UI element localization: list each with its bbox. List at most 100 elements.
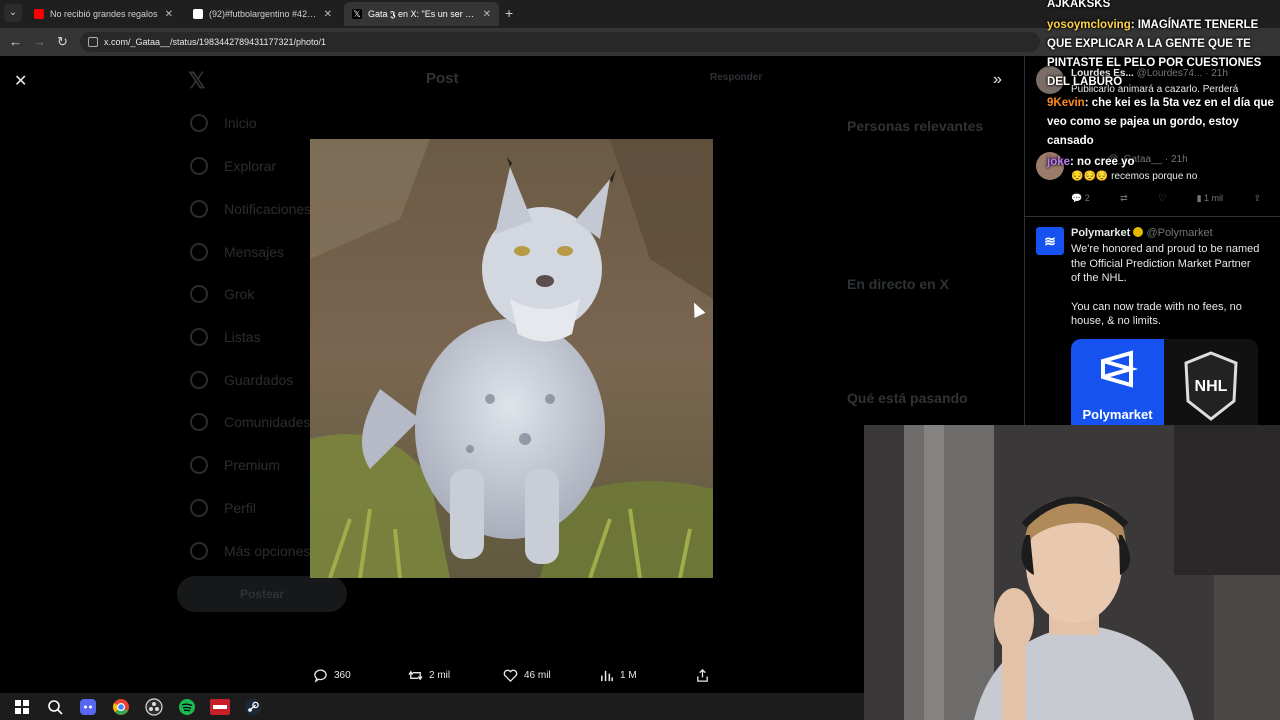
lynx-image [310,139,713,578]
bookmark-icon [190,371,208,389]
tab-title: Gata 𝕵 en X: "Es un ser mágic [368,8,477,19]
views-button[interactable]: ▮ 1 mil [1197,193,1223,204]
polymarket-logo-icon[interactable]: ≋ [1036,227,1064,255]
nav-label: Notificaciones [224,201,312,217]
nav-label: Guardados [224,372,294,388]
ad-author[interactable]: Polymarket @Polymarket [1071,227,1213,239]
tab-close-icon[interactable]: ✕ [165,9,173,20]
search-icon[interactable] [44,696,66,718]
tab-search-button[interactable]: ⌄ [4,4,22,22]
tab-youtube[interactable]: No recibió grandes regalos ✕ [26,2,181,26]
close-icon[interactable]: ✕ [14,71,27,91]
expand-sidebar-icon[interactable]: » [993,71,1002,89]
reply-count: 2 [1084,193,1090,203]
reply-action-bar: 💬 2 ⇄ ♡ ▮ 1 mil ⇪ [1071,193,1261,204]
reply-icon [314,669,327,683]
home-icon [190,114,208,132]
nhl-shield-icon: NHL [1184,351,1238,421]
post-header: Post [426,70,459,87]
divider [1024,216,1280,217]
nav-item-home[interactable]: Inicio [190,114,257,132]
chat-username: joke [1047,156,1071,168]
share-icon[interactable]: ⇪ [1253,193,1261,204]
steam-icon[interactable] [242,696,264,718]
nav-item-profile[interactable]: Perfil [190,499,256,517]
post-button[interactable]: Postear [177,576,347,612]
verified-badge-icon [1133,227,1144,237]
x-logo-icon: 𝕏 [188,68,206,93]
nav-item-lists[interactable]: Listas [190,328,261,346]
polymarket-banner: Polymarket [1071,339,1164,426]
nav-item-bookmarks[interactable]: Guardados [190,371,293,389]
os-taskbar [0,693,864,720]
more-icon [190,542,208,560]
brand-label: Polymarket [1082,407,1153,422]
chat-username: 9Kevin [1047,97,1085,109]
nav-item-explore[interactable]: Explorar [190,157,276,175]
chat-text: AJKAKSKS [1047,0,1111,10]
reply-button[interactable]: 💬 2 [1071,193,1090,204]
relevant-people-heading: Personas relevantes [847,118,984,134]
share-button[interactable] [695,668,710,683]
repost-icon[interactable]: ⇄ [1120,193,1128,204]
repost-button[interactable]: 2 mil [408,668,450,683]
spotify-icon[interactable] [176,696,198,718]
heart-icon[interactable]: ♡ [1158,193,1166,204]
forward-arrow-icon[interactable]: → [33,34,46,49]
ad-image[interactable]: Polymarket NHL [1071,339,1258,426]
nav-item-notifications[interactable]: Notificaciones [190,200,311,218]
obs-icon[interactable] [143,696,165,718]
youtube-icon [34,9,44,19]
nav-label: Listas [224,329,261,345]
webcam-feed [864,425,1280,720]
search-icon [190,157,208,175]
reply-count: 360 [334,670,351,681]
mail-icon [190,243,208,261]
nav-label: Grok [224,286,255,302]
nav-item-more[interactable]: Más opciones [190,542,310,560]
chat-message: yosoymcloving: IMAGÍNATE TENERLE QUE EXP… [1047,16,1275,92]
webcam-image [864,425,1280,720]
nav-label: Premium [224,457,281,473]
ad-text: We're honored and proud to be named the … [1071,242,1261,329]
chat-message: AJKAKSKS [1047,0,1275,14]
reload-icon[interactable]: ↻ [57,34,68,50]
post-photo[interactable] [310,139,713,578]
site-info-icon[interactable] [88,37,98,47]
windows-icon[interactable] [11,696,33,718]
tab-close-icon[interactable]: ✕ [324,9,332,20]
x-premium-icon [190,456,208,474]
chat-message: joke: no cree yo [1047,153,1275,172]
author-name: Polymarket [1071,227,1131,239]
like-button[interactable]: 46 mil [503,668,551,683]
tab-x-post[interactable]: 𝕏 Gata 𝕵 en X: "Es un ser mágic ✕ [344,2,499,26]
chrome-icon[interactable] [110,696,132,718]
views-button[interactable]: 1 M [599,668,637,683]
screen: ⌄ No recibió grandes regalos ✕ (92)#futb… [0,0,1280,720]
list-icon [190,328,208,346]
back-arrow-icon[interactable]: ← [9,34,22,49]
author-handle: @Polymarket [1146,227,1213,239]
nav-item-communities[interactable]: Comunidades [190,413,310,431]
profile-icon [190,499,208,517]
reply-button[interactable]: 360 [313,668,351,683]
nav-label: Perfil [224,500,256,516]
tab-close-icon[interactable]: ✕ [483,9,491,20]
nhl-banner: NHL [1164,339,1258,426]
url-field[interactable]: x.com/_Gataa__/status/198344278943117732… [80,32,1040,52]
voicemod-icon[interactable] [209,696,231,718]
x-logo-icon: 𝕏 [352,9,362,19]
new-tab-button[interactable]: + [505,5,513,21]
bell-icon [190,200,208,218]
tab-title: (92)#futbolargentino #421 #lad [209,9,318,19]
tab-tiktok[interactable]: (92)#futbolargentino #421 #lad ✕ [185,2,340,26]
nav-item-grok[interactable]: Grok [190,285,254,303]
repost-count: 2 mil [429,670,451,681]
views-count: 1 M [620,670,637,681]
reply-label: Responder [710,72,763,83]
nav-item-messages[interactable]: Mensajes [190,243,284,261]
nav-label: Explorar [224,158,277,174]
nav-label: Comunidades [224,414,311,430]
nav-item-premium[interactable]: Premium [190,456,280,474]
discord-icon[interactable] [77,696,99,718]
